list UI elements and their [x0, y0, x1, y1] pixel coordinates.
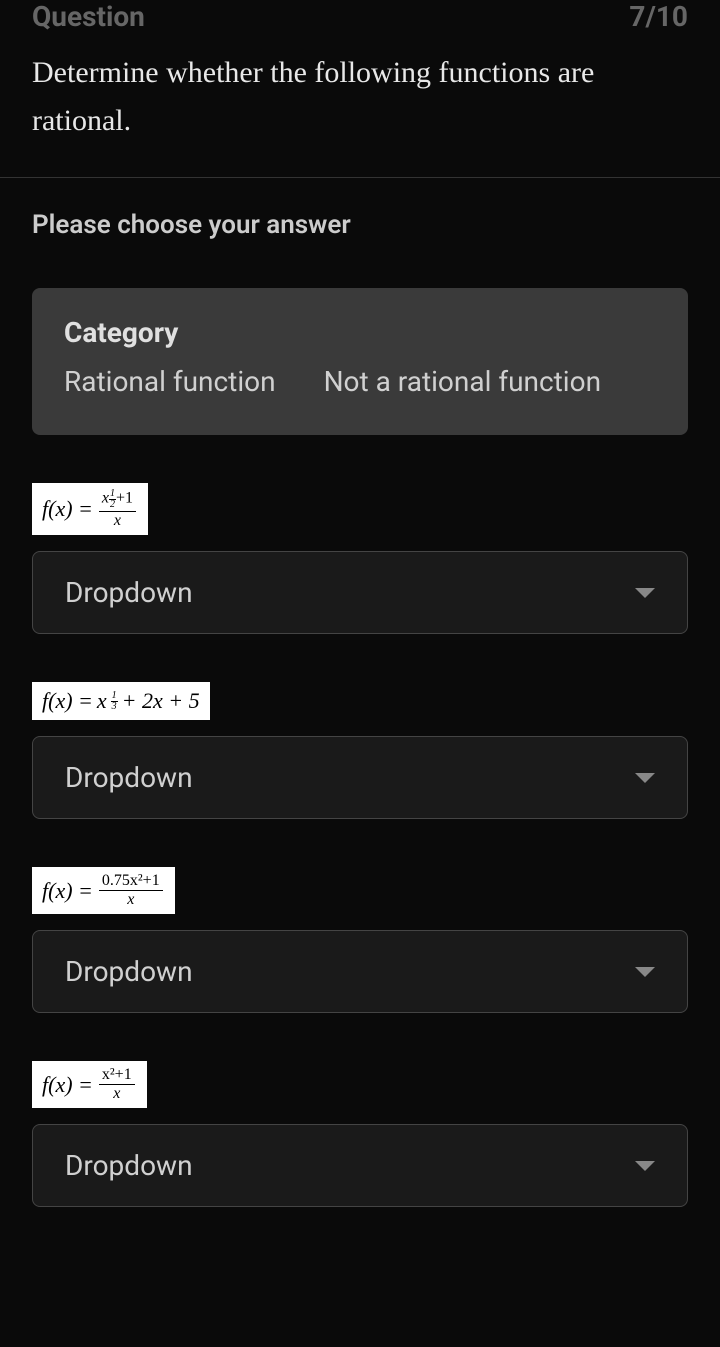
dropdown-label: Dropdown [65, 761, 193, 794]
formula-1: f(x) = x12+1 x [32, 483, 148, 535]
formula-prefix: f(x) = [42, 688, 93, 714]
question-item-3: f(x) = 0.75x²+1 x Dropdown [32, 867, 688, 1013]
category-title: Category [64, 316, 656, 349]
dropdown-label: Dropdown [65, 576, 193, 609]
formula-2: f(x) = x13 + 2x + 5 [32, 682, 210, 720]
category-option-not-rational: Not a rational function [324, 357, 601, 407]
formula-4: f(x) = x²+1 x [32, 1061, 147, 1108]
answer-section: Please choose your answer Category Ratio… [0, 178, 720, 1287]
chevron-down-icon [635, 588, 655, 598]
question-header: Question 7/10 Determine whether the foll… [0, 0, 720, 178]
formula-prefix: f(x) = [42, 1072, 93, 1098]
fraction: x12+1 x [99, 489, 136, 529]
formula-prefix: f(x) = [42, 878, 93, 904]
question-text: Determine whether the following function… [32, 49, 688, 145]
dropdown-label: Dropdown [65, 1149, 193, 1182]
category-box: Category Rational function Not a rationa… [32, 288, 688, 435]
formula-3: f(x) = 0.75x²+1 x [32, 867, 175, 914]
dropdown-1[interactable]: Dropdown [32, 551, 688, 634]
question-item-2: f(x) = x13 + 2x + 5 Dropdown [32, 682, 688, 819]
question-count: 7/10 [629, 0, 688, 33]
dropdown-3[interactable]: Dropdown [32, 930, 688, 1013]
question-item-4: f(x) = x²+1 x Dropdown [32, 1061, 688, 1207]
question-row: Question 7/10 [32, 0, 688, 33]
instruction-text: Please choose your answer [32, 210, 688, 240]
chevron-down-icon [635, 1161, 655, 1171]
chevron-down-icon [635, 967, 655, 977]
fraction: x²+1 x [99, 1067, 135, 1102]
dropdown-4[interactable]: Dropdown [32, 1124, 688, 1207]
fraction: 0.75x²+1 x [99, 873, 163, 908]
dropdown-label: Dropdown [65, 955, 193, 988]
dropdown-2[interactable]: Dropdown [32, 736, 688, 819]
formula-prefix: f(x) = [42, 496, 93, 522]
category-options: Rational function Not a rational functio… [64, 357, 656, 407]
category-option-rational: Rational function [64, 357, 276, 407]
chevron-down-icon [635, 773, 655, 783]
question-label: Question [32, 0, 145, 33]
question-item-1: f(x) = x12+1 x Dropdown [32, 483, 688, 634]
